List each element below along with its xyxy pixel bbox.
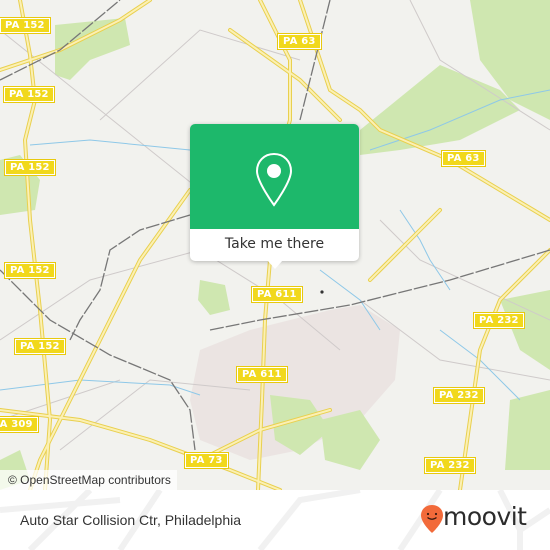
popup-header <box>190 124 359 229</box>
road-label-pa611: PA 611 <box>251 286 303 303</box>
popup-pointer <box>267 260 283 269</box>
road-label-pa63: PA 63 <box>277 33 322 50</box>
road-label-pa232: PA 232 <box>433 387 485 404</box>
road-label-pa152: PA 152 <box>4 159 56 176</box>
park-area <box>320 410 380 470</box>
road-label-pa152: PA 152 <box>4 262 56 279</box>
map-attribution[interactable]: © OpenStreetMap contributors <box>0 470 177 490</box>
location-pin-icon <box>255 152 293 207</box>
park-area <box>198 280 230 315</box>
park-area <box>505 390 550 470</box>
moovit-wordmark: moovit <box>443 502 527 531</box>
road-label-pa63: PA 63 <box>441 150 486 167</box>
road-label-pa309: PA 309 <box>0 416 39 433</box>
road-label-pa152: PA 152 <box>14 338 66 355</box>
road-label-pa152: PA 152 <box>0 17 51 34</box>
location-dot <box>320 290 324 294</box>
road-label-pa611: PA 611 <box>236 366 288 383</box>
park-area <box>500 290 550 370</box>
road-label-pa152: PA 152 <box>3 86 55 103</box>
directions-popup: Take me there <box>190 124 359 269</box>
take-me-there-button[interactable]: Take me there <box>190 230 359 258</box>
road-label-pa232: PA 232 <box>473 312 525 329</box>
road-label-pa232: PA 232 <box>424 457 476 474</box>
footer-bar: Auto Star Collision Ctr, Philadelphia mo… <box>0 490 550 550</box>
map-view[interactable]: PA 152 PA 152 PA 152 PA 152 PA 152 PA 63… <box>0 0 550 490</box>
moovit-pin-smile-icon <box>421 505 443 533</box>
place-name: Auto Star Collision Ctr, Philadelphia <box>20 512 242 528</box>
road-label-pa73: PA 73 <box>184 452 229 469</box>
